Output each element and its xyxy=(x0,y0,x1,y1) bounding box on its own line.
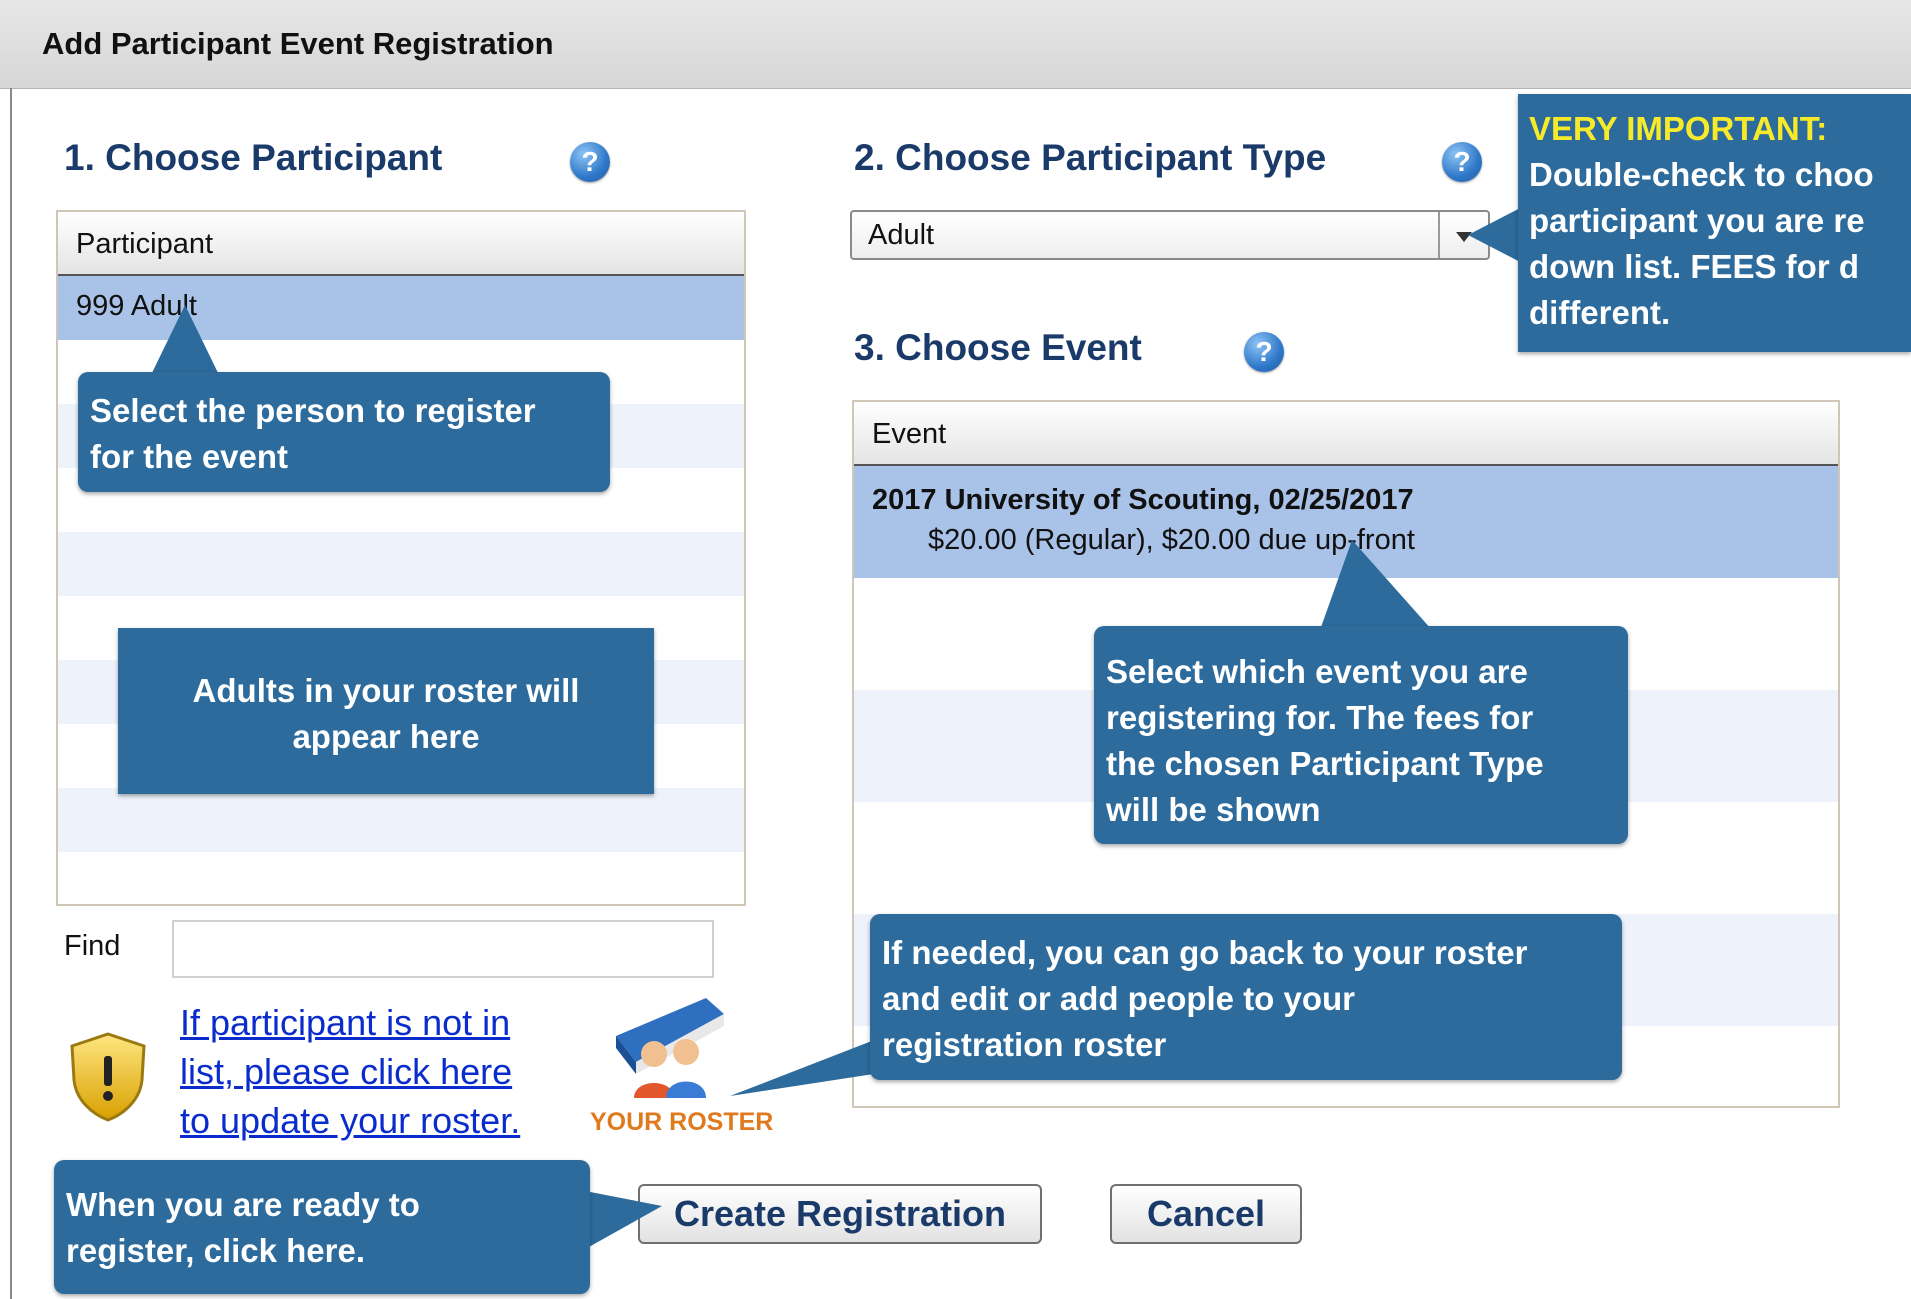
window-title: Add Participant Event Registration xyxy=(42,26,554,61)
select-event-callout: Select which event you are registering f… xyxy=(1094,626,1628,844)
update-roster-link-line[interactable]: If participant is not in xyxy=(180,998,520,1047)
ready-callout-line: register, click here. xyxy=(66,1232,366,1269)
very-important-callout-title: VERY IMPORTANT: xyxy=(1529,110,1828,147)
select-event-callout-line: registering for. The fees for xyxy=(1106,699,1534,736)
select-person-callout-pointer xyxy=(150,305,220,377)
adults-roster-callout-line: Adults in your roster will xyxy=(192,672,580,709)
very-important-callout-line: different. xyxy=(1529,294,1671,331)
very-important-callout-line: participant you are re xyxy=(1529,202,1865,239)
participant-help-icon[interactable]: ? xyxy=(570,142,610,182)
select-event-callout-line: Select which event you are xyxy=(1106,653,1528,690)
participant-row-empty xyxy=(58,852,744,904)
go-back-callout-line: registration roster xyxy=(882,1026,1167,1063)
participant-type-selected-value: Adult xyxy=(868,219,935,251)
select-event-callout-line: the chosen Participant Type xyxy=(1106,745,1544,782)
event-section-title: 3. Choose Event xyxy=(854,327,1142,368)
select-person-callout-line: Select the person to register xyxy=(90,392,536,429)
select-person-callout-line: for the event xyxy=(90,438,289,475)
event-help-icon[interactable]: ? xyxy=(1244,332,1284,372)
your-roster-caption[interactable]: YOUR ROSTER xyxy=(590,1108,773,1137)
update-roster-link-line[interactable]: to update your roster. xyxy=(180,1096,520,1145)
go-back-callout-line: and edit or add people to your xyxy=(882,980,1356,1017)
update-roster-link-line[interactable]: list, please click here xyxy=(180,1047,520,1096)
select-event-callout-line: will be shown xyxy=(1106,791,1321,828)
warning-shield-icon xyxy=(70,1032,146,1122)
find-label: Find xyxy=(64,930,121,962)
go-back-callout: If needed, you can go back to your roste… xyxy=(870,914,1622,1080)
participant-row-empty xyxy=(58,788,744,852)
participant-type-help-icon[interactable]: ? xyxy=(1442,142,1482,182)
adults-roster-callout-line: appear here xyxy=(292,718,480,755)
cancel-button[interactable]: Cancel xyxy=(1110,1184,1302,1244)
very-important-callout-line: Double-check to choo xyxy=(1529,156,1874,193)
your-roster-icon[interactable] xyxy=(596,996,736,1106)
go-back-callout-line: If needed, you can go back to your roste… xyxy=(882,934,1528,971)
select-event-callout-pointer xyxy=(1320,540,1432,630)
find-input[interactable] xyxy=(172,920,714,978)
update-roster-link[interactable]: If participant is not in list, please cl… xyxy=(180,998,520,1145)
create-registration-button[interactable]: Create Registration xyxy=(638,1184,1042,1244)
ready-callout-pointer xyxy=(580,1190,662,1252)
participant-column-header[interactable]: Participant xyxy=(58,212,744,276)
event-column-header[interactable]: Event xyxy=(854,402,1838,466)
ready-callout: When you are ready to register, click he… xyxy=(54,1160,590,1294)
left-border xyxy=(10,88,12,1299)
window-titlebar: Add Participant Event Registration xyxy=(0,0,1911,89)
very-important-callout: VERY IMPORTANT: Double-check to choo par… xyxy=(1518,94,1911,352)
very-important-callout-line: down list. FEES for d xyxy=(1529,248,1859,285)
participant-row-empty xyxy=(58,532,744,596)
ready-callout-line: When you are ready to xyxy=(66,1186,420,1223)
participant-type-section-title: 2. Choose Participant Type xyxy=(854,137,1327,178)
participant-type-select[interactable]: Adult xyxy=(850,210,1490,260)
participant-section-title: 1. Choose Participant xyxy=(64,137,443,178)
adults-roster-callout: Adults in your roster will appear here xyxy=(118,628,654,794)
event-name: 2017 University of Scouting, 02/25/2017 xyxy=(872,484,1414,516)
select-person-callout: Select the person to register for the ev… xyxy=(78,372,610,492)
